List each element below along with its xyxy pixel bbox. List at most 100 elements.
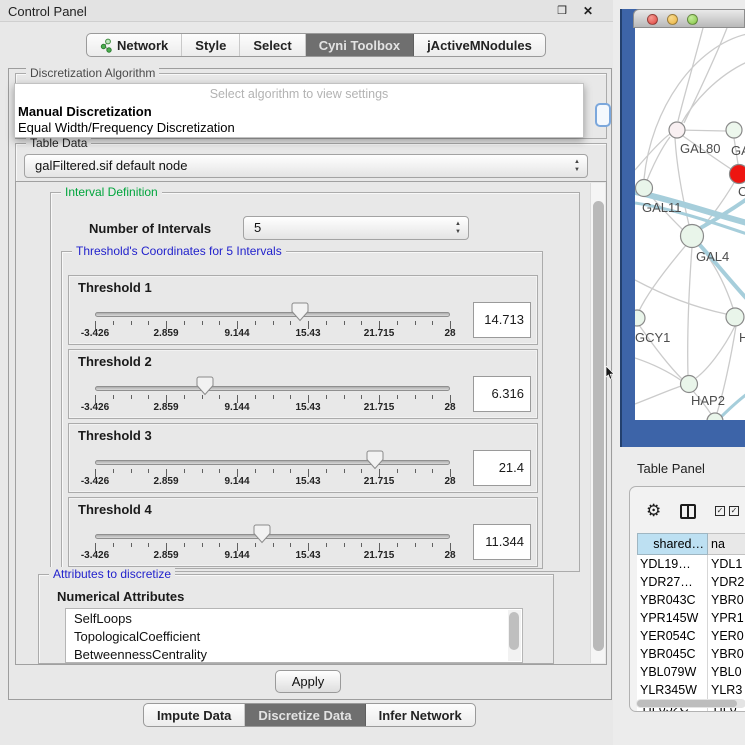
slider-tick-label: 9.144 <box>224 550 249 561</box>
checkbox-icon[interactable]: ✓ <box>729 506 739 516</box>
threshold-value-field[interactable]: 6.316 <box>473 376 531 412</box>
column-header-shared-name[interactable]: shared… <box>637 533 708 555</box>
tab-network[interactable]: Network <box>87 34 182 56</box>
algorithm-combobox[interactable] <box>595 103 611 127</box>
threshold-value-field[interactable]: 21.4 <box>473 450 531 486</box>
number-of-intervals-spinner[interactable]: 5 ▲▼ <box>243 216 469 240</box>
tab-select[interactable]: Select <box>240 34 305 56</box>
minimize-traffic-light-icon[interactable] <box>667 14 678 25</box>
close-icon[interactable]: ✕ <box>581 4 595 18</box>
apply-button[interactable]: Apply <box>275 670 341 693</box>
threshold-value-field[interactable]: 11.344 <box>473 524 531 560</box>
checkbox-icon[interactable]: ✓ <box>715 506 725 516</box>
network-node-gal80[interactable] <box>669 122 685 138</box>
tab-infer-network[interactable]: Infer Network <box>366 704 475 726</box>
table-row[interactable]: YDL19…YDL1 <box>637 555 745 573</box>
slider-thumb[interactable] <box>366 450 384 473</box>
network-edge[interactable] <box>678 28 703 121</box>
slider-tick <box>273 321 274 325</box>
tab-jactivemnodules[interactable]: jActiveMNodules <box>414 34 545 56</box>
tab-cyni-toolbox[interactable]: Cyni Toolbox <box>306 34 414 56</box>
table-cell: YER0 <box>708 627 745 645</box>
table-row[interactable]: YDR27…YDR2 <box>637 573 745 591</box>
table-header-row: shared…na <box>637 533 745 555</box>
tab-discretize-data[interactable]: Discretize Data <box>245 704 365 726</box>
slider-thumb[interactable] <box>253 524 271 547</box>
network-node-hap2[interactable] <box>681 376 698 393</box>
attribute-list-item[interactable]: SelfLoops <box>66 609 522 627</box>
split-panel-icon[interactable] <box>680 504 696 519</box>
network-node-label: GCY1 <box>635 330 670 345</box>
table-row[interactable]: YPR145WYPR1 <box>637 609 745 627</box>
group-title: Discretization Algorithm <box>26 66 159 80</box>
settings-vertical-scrollbar[interactable] <box>590 183 605 663</box>
network-node-gal[interactable] <box>726 122 742 138</box>
network-node-red[interactable] <box>730 165 745 184</box>
slider-tick-label: 2.859 <box>153 550 178 561</box>
slider-track[interactable] <box>95 386 450 391</box>
table-row[interactable]: YBL079WYBL0 <box>637 663 745 681</box>
dropdown-option-equal-width[interactable]: Equal Width/Frequency Discretization <box>18 120 235 135</box>
float-window-icon[interactable]: ❒ <box>555 4 569 18</box>
threshold-value-field[interactable]: 14.713 <box>473 302 531 338</box>
slider-thumb[interactable] <box>291 302 309 325</box>
slider-track[interactable] <box>95 534 450 539</box>
attribute-list-item[interactable]: BetweennessCentrality <box>66 645 522 663</box>
tab-style[interactable]: Style <box>182 34 240 56</box>
maximize-traffic-light-icon[interactable] <box>687 14 698 25</box>
table-cell: YPR145W <box>637 609 708 627</box>
network-edge[interactable] <box>635 386 681 404</box>
network-node-gal4[interactable] <box>681 225 704 248</box>
slider-tick-label: 2.859 <box>153 476 178 487</box>
network-edge[interactable] <box>696 326 735 378</box>
table-data-combobox[interactable]: galFiltered.sif default node ▲▼ <box>24 154 588 178</box>
table-horizontal-scrollbar[interactable] <box>636 699 745 708</box>
table-cell: YDR27… <box>637 573 708 591</box>
table-data-value: galFiltered.sif default node <box>35 158 187 173</box>
slider-tick-label: -3.426 <box>81 476 109 487</box>
tab-impute-data[interactable]: Impute Data <box>144 704 245 726</box>
network-node-gcy1[interactable] <box>635 310 645 326</box>
scrollbar-thumb[interactable] <box>593 201 604 651</box>
table-row[interactable]: YLR345WYLR3 <box>637 681 745 699</box>
table-row[interactable]: YBR045CYBR0 <box>637 645 745 663</box>
table-cell: YBR045C <box>637 645 708 663</box>
network-edge[interactable] <box>688 247 692 376</box>
slider-tick <box>397 543 398 547</box>
network-edge[interactable] <box>635 280 726 314</box>
numerical-attributes-label: Numerical Attributes <box>57 589 184 604</box>
network-edge[interactable] <box>635 358 682 381</box>
table-panel: ⚙ ✓ ✓ shared…naYDL19…YDL1YDR27…YDR2YBR04… <box>629 486 745 712</box>
network-node-n9[interactable] <box>707 413 723 420</box>
slider-thumb[interactable] <box>196 376 214 399</box>
slider-tick <box>397 395 398 399</box>
scrollbar-thumb[interactable] <box>637 700 737 707</box>
slider-tick <box>361 395 362 399</box>
slider-track[interactable] <box>95 460 450 465</box>
scrollbar-thumb[interactable] <box>509 612 519 650</box>
dropdown-option-manual[interactable]: Manual Discretization <box>18 104 152 119</box>
gear-icon[interactable]: ⚙ <box>646 501 661 521</box>
network-canvas[interactable]: GAL80GACGAL11GAL4GCY1HHAP2 <box>635 28 745 420</box>
network-edge[interactable] <box>635 134 670 170</box>
network-edge[interactable] <box>644 34 745 179</box>
slider-tick <box>432 469 433 473</box>
attribute-list-item[interactable]: TopologicalCoefficient <box>66 627 522 645</box>
close-traffic-light-icon[interactable] <box>647 14 658 25</box>
table-row[interactable]: YER054CYER0 <box>637 627 745 645</box>
network-node-gal11[interactable] <box>636 180 653 197</box>
slider-track[interactable] <box>95 312 450 317</box>
network-node-h[interactable] <box>726 308 744 326</box>
network-window-titlebar[interactable] <box>633 9 745 28</box>
slider-tick-label: 2.859 <box>153 402 178 413</box>
algorithm-dropdown-popup: Select algorithm to view settings Manual… <box>14 83 584 138</box>
network-view-window[interactable]: GAL80GACGAL11GAL4GCY1HHAP2 <box>620 9 745 447</box>
table-row[interactable]: YBR043CYBR0 <box>637 591 745 609</box>
column-header-name[interactable]: na <box>708 533 745 555</box>
slider-tick <box>255 469 256 473</box>
slider-tick-label: -3.426 <box>81 550 109 561</box>
attributes-scrollbar[interactable] <box>508 610 521 661</box>
slider-tick <box>432 321 433 325</box>
slider-tick-label: 28 <box>444 402 455 413</box>
slider-tick-label: 28 <box>444 328 455 339</box>
